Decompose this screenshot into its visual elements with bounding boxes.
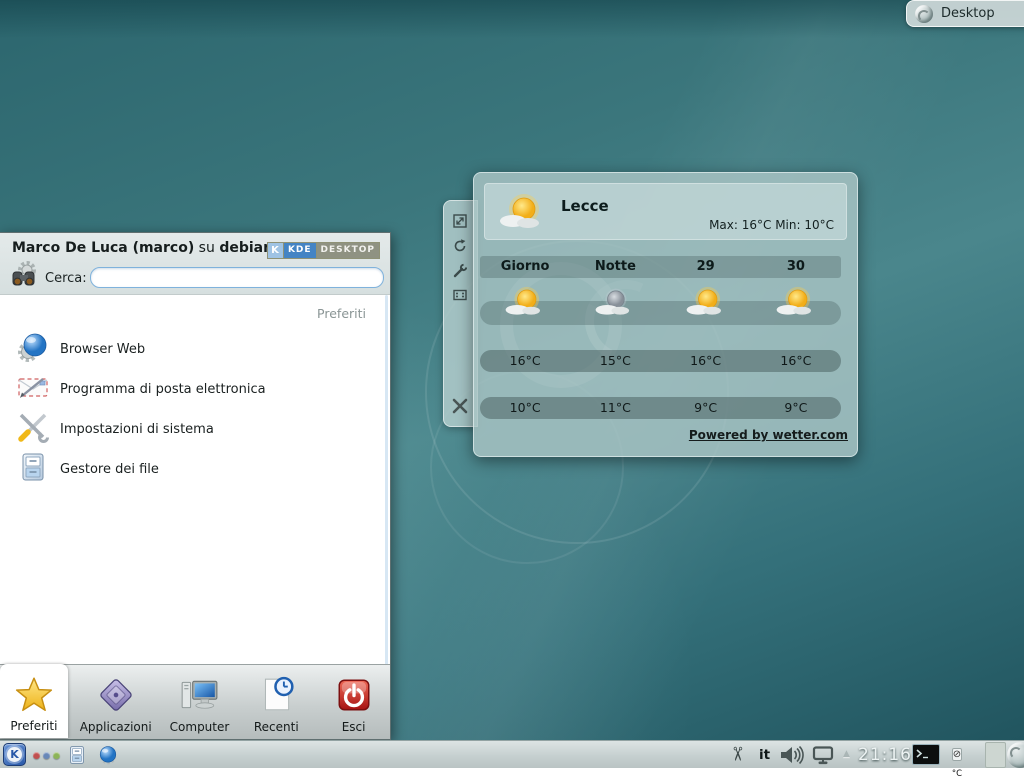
low-temp: 10°C <box>480 397 570 419</box>
kde-badge-kde: KDE <box>284 243 317 258</box>
moon-cloud-icon <box>570 279 660 325</box>
tab-label: Preferiti <box>10 719 57 733</box>
maximize-icon[interactable] <box>452 287 468 303</box>
high-temp: 15°C <box>570 350 660 372</box>
tab-preferiti[interactable]: Preferiti <box>0 664 68 738</box>
weather-widget: Lecce Max: 16°C Min: 10°C Giorno Notte 2… <box>473 172 858 457</box>
weather-tray-icon[interactable]: ⊘ °C <box>947 742 967 768</box>
tab-applicazioni[interactable]: Applicazioni <box>68 665 164 739</box>
weather-high-temps: 16°C 15°C 16°C 16°C <box>480 350 841 372</box>
pager-dot-green[interactable] <box>53 752 60 759</box>
menu-item-browser-web[interactable]: Browser Web <box>0 329 390 369</box>
panel-mini-widget[interactable] <box>985 742 1006 768</box>
klipper-scissors-icon[interactable]: ✂ <box>726 746 748 762</box>
pager-dot-blue[interactable] <box>43 752 50 759</box>
launcher-tab-bar: Preferiti Applicazioni <box>0 664 390 739</box>
menu-item-label: Gestore dei file <box>60 462 159 477</box>
weather-max-min: Max: 16°C Min: 10°C <box>709 218 834 232</box>
tab-label: Computer <box>170 720 230 734</box>
configure-wrench-icon[interactable] <box>452 263 468 279</box>
power-icon <box>334 675 374 719</box>
low-temp: 9°C <box>751 397 841 419</box>
tab-label: Recenti <box>254 720 299 734</box>
tab-recenti[interactable]: Recenti <box>235 665 317 739</box>
weather-column-headers: Giorno Notte 29 30 <box>480 256 841 278</box>
terminal-tray-icon[interactable] <box>912 744 940 765</box>
resize-icon[interactable] <box>452 213 468 229</box>
toolbox-label: Desktop <box>941 6 995 21</box>
tab-computer[interactable]: Computer <box>164 665 236 739</box>
tray-expander-icon[interactable]: ▲ <box>843 749 850 759</box>
close-icon[interactable] <box>451 397 467 413</box>
pager-dot-red[interactable] <box>33 752 40 759</box>
weather-header: Lecce Max: 16°C Min: 10°C <box>484 183 847 240</box>
device-notifier-icon[interactable] <box>812 746 834 769</box>
menu-item-system-settings[interactable]: Impostazioni di sistema <box>0 409 390 449</box>
no-data-icon: ⊘ <box>952 748 962 761</box>
menu-item-label: Programma di posta elettronica <box>60 382 266 397</box>
title-connector: su <box>194 240 219 256</box>
search-binoculars-icon <box>5 258 43 300</box>
file-manager-launcher-icon[interactable] <box>66 744 88 770</box>
wetter-attribution-link[interactable]: Powered by wetter.com <box>689 428 848 442</box>
menu-item-email[interactable]: Programma di posta elettronica <box>0 369 390 409</box>
kde-badge-desktop: DESKTOP <box>317 243 379 258</box>
desktop-toolbox[interactable]: Desktop <box>906 0 1024 27</box>
tab-label: Esci <box>342 720 366 734</box>
cashew-icon <box>915 5 933 23</box>
favorites-section-label: Preferiti <box>317 306 366 321</box>
keyboard-layout-indicator[interactable]: it <box>759 747 770 763</box>
tab-esci[interactable]: Esci <box>317 665 390 739</box>
sun-cloud-icon <box>480 279 570 325</box>
star-icon <box>14 674 54 718</box>
bottom-panel: K ✂ it ▲ 21:16 <box>0 740 1024 768</box>
kmenu-button[interactable]: K <box>3 743 26 766</box>
digital-clock[interactable]: 21:16 <box>858 745 912 765</box>
recent-icon <box>256 675 296 719</box>
high-temp: 16°C <box>751 350 841 372</box>
file-manager-icon <box>16 450 50 488</box>
kde-badge-k-icon: K <box>268 243 284 258</box>
web-browser-icon <box>16 330 50 368</box>
web-browser-launcher-icon[interactable] <box>97 744 119 770</box>
kde-desktop-badge: K KDE DESKTOP <box>267 242 380 259</box>
menu-item-file-manager[interactable]: Gestore dei file <box>0 449 390 489</box>
col-29: 29 <box>661 256 751 278</box>
sun-cloud-icon <box>751 279 841 325</box>
tab-label: Applicazioni <box>80 720 152 734</box>
application-launcher-menu: Marco De Luca (marco) su debian K KDE DE… <box>0 232 391 740</box>
launcher-header: Marco De Luca (marco) su debian K KDE DE… <box>0 233 390 295</box>
weather-low-temps: 10°C 11°C 9°C 9°C <box>480 397 841 419</box>
host-name: debian <box>219 240 273 256</box>
sun-cloud-icon <box>497 187 547 241</box>
system-settings-icon <box>16 410 50 448</box>
high-temp: 16°C <box>661 350 751 372</box>
user-host-title: Marco De Luca (marco) su debian <box>12 240 273 256</box>
computer-icon <box>179 675 219 719</box>
sun-cloud-icon <box>661 279 751 325</box>
col-30: 30 <box>751 256 841 278</box>
weather-tray-label: °C <box>952 769 962 779</box>
kde-apps-icon <box>96 675 136 719</box>
col-giorno: Giorno <box>480 256 570 278</box>
menu-item-label: Impostazioni di sistema <box>60 422 214 437</box>
email-icon <box>16 370 50 408</box>
search-label: Cerca: <box>45 271 87 286</box>
low-temp: 9°C <box>661 397 751 419</box>
low-temp: 11°C <box>570 397 660 419</box>
weather-city: Lecce <box>561 197 609 215</box>
user-name: Marco De Luca (marco) <box>12 240 194 256</box>
rotate-icon[interactable] <box>452 238 468 254</box>
panel-toolbox-cashew-icon[interactable] <box>1007 742 1024 768</box>
high-temp: 16°C <box>480 350 570 372</box>
menu-item-label: Browser Web <box>60 342 145 357</box>
kde-logo-icon: K <box>7 747 22 762</box>
volume-icon[interactable] <box>780 746 806 768</box>
search-input[interactable] <box>90 267 384 288</box>
weather-condition-icons <box>480 279 841 325</box>
col-notte: Notte <box>570 256 660 278</box>
